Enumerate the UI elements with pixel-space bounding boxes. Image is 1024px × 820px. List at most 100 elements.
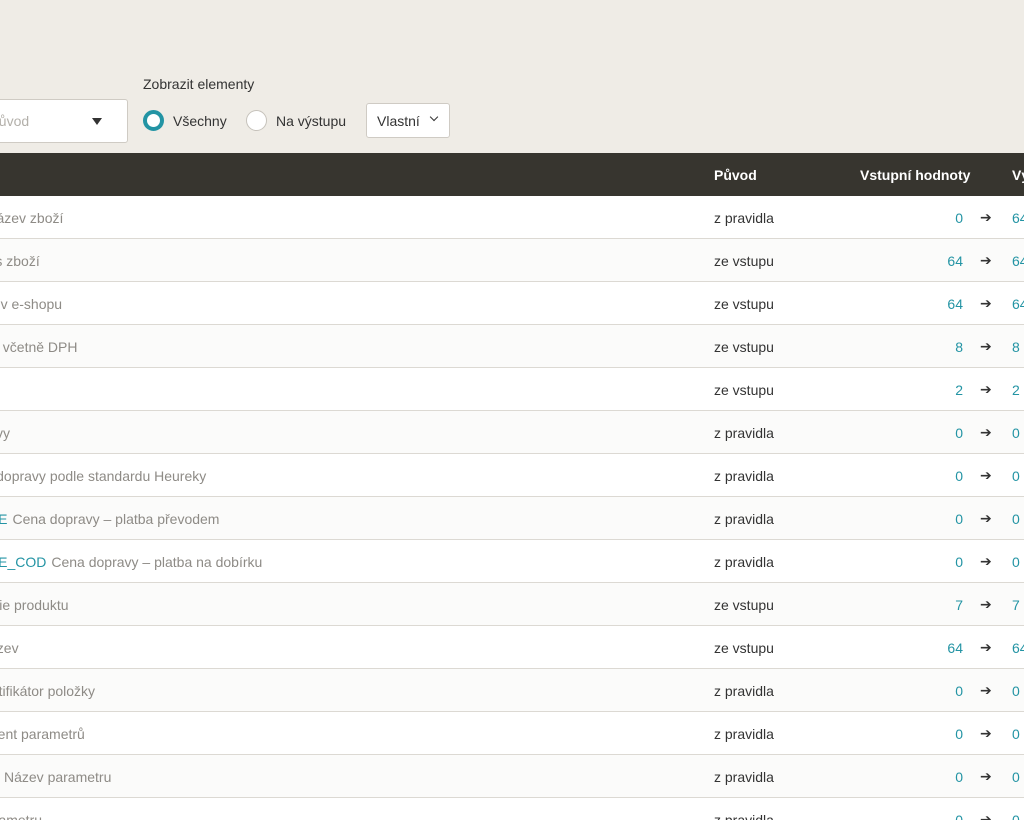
output-values-link[interactable]: 0 (1012, 726, 1020, 742)
custom-button-label: Vlastní (377, 113, 420, 129)
arrow-right-icon: ➔ (980, 768, 992, 784)
show-elements-label: Zobrazit elementy (143, 76, 255, 92)
table-row[interactable]: ázev ze vstupu 64 ➔ 64 (0, 626, 1024, 669)
table-row[interactable]: entifikátor položky z pravidla 0 ➔ 0 (0, 669, 1024, 712)
table-header: Původ Vstupní hodnoty Vý (0, 153, 1024, 196)
element-name-cell: entifikátor položky (0, 669, 700, 711)
origin-cell: z pravidla (714, 726, 774, 742)
input-values-link[interactable]: 2 (890, 382, 963, 398)
origin-cell: ze vstupu (714, 382, 774, 398)
element-label: entifikátor položky (0, 683, 96, 699)
custom-columns-button[interactable]: Vlastní (366, 103, 450, 138)
input-values-link[interactable]: 0 (890, 468, 963, 484)
output-values-link[interactable]: 0 (1012, 511, 1020, 527)
input-values-link[interactable]: 0 (890, 554, 963, 570)
output-values-link[interactable]: 7 (1012, 597, 1020, 613)
table-row[interactable]: í včetně DPH ze vstupu 8 ➔ 8 (0, 325, 1024, 368)
arrow-right-icon: ➔ (980, 553, 992, 569)
radio-output-label[interactable]: Na výstupu (276, 113, 346, 129)
input-values-link[interactable]: 64 (890, 640, 963, 656)
origin-cell: z pravidla (714, 554, 774, 570)
element-label: vy (0, 425, 10, 441)
element-name: ný název zboží (0, 210, 63, 226)
element-name-cell: ázev (0, 626, 700, 668)
header-input-values[interactable]: Vstupní hodnoty (860, 167, 970, 183)
input-values-link[interactable]: 0 (890, 769, 963, 785)
element-code[interactable]: CE (0, 511, 7, 527)
output-values-link[interactable]: 2 (1012, 382, 1020, 398)
output-values-link[interactable]: 0 (1012, 769, 1020, 785)
input-values-link[interactable]: 0 (890, 210, 963, 226)
table-row[interactable]: Název parametru z pravidla 0 ➔ 0 (0, 755, 1024, 798)
output-values-link[interactable]: 8 (1012, 339, 1020, 355)
element-name-cell: gorie produktu (0, 583, 700, 625)
arrow-right-icon: ➔ (980, 596, 992, 612)
element-label: Název parametru (4, 769, 112, 785)
output-values-link[interactable]: 64 (1012, 210, 1024, 226)
origin-cell: ze vstupu (714, 339, 774, 355)
input-values-link[interactable]: 8 (890, 339, 963, 355)
element-name-cell: Název parametru (0, 755, 700, 797)
table-row[interactable]: CE Cena dopravy – platba převodem z pravid… (0, 497, 1024, 540)
output-values-link[interactable]: 64 (1012, 296, 1024, 312)
element-label: oží v e-shopu (0, 296, 63, 312)
input-values-link[interactable]: 7 (890, 597, 963, 613)
input-values-link[interactable]: 0 (890, 683, 963, 699)
element-name-cell: CE_COD Cena dopravy – platba na dobírku (0, 540, 700, 582)
output-values-link[interactable]: 64 (1012, 640, 1024, 656)
arrow-right-icon: ➔ (980, 682, 992, 698)
input-values-link[interactable]: 0 (890, 425, 963, 441)
element-label: y popis zboží (0, 253, 40, 269)
element-label: ázev (0, 640, 19, 656)
input-values-link[interactable]: 0 (890, 511, 963, 527)
origin-cell: z pravidla (714, 468, 774, 484)
table-row[interactable]: y popis zboží ze vstupu 64 ➔ 64 (0, 239, 1024, 282)
element-label: gorie produktu (0, 597, 69, 613)
input-values-link[interactable]: 0 (890, 812, 963, 820)
table-row[interactable]: ze vstupu 2 ➔ 2 (0, 368, 1024, 411)
output-values-link[interactable]: 64 (1012, 253, 1024, 269)
output-values-link[interactable]: 0 (1012, 468, 1020, 484)
origin-select-placeholder: původ (0, 113, 30, 129)
origin-cell: z pravidla (714, 511, 774, 527)
element-name-cell (0, 368, 700, 410)
radio-all[interactable] (143, 110, 164, 131)
caret-down-icon (92, 118, 102, 125)
element-code[interactable]: CE_COD (0, 554, 46, 570)
output-values-link[interactable]: 0 (1012, 554, 1020, 570)
element-label: Cena dopravy – platba převodem (12, 511, 220, 527)
arrow-right-icon: ➔ (980, 252, 992, 268)
element-name: vy (0, 425, 10, 441)
table-row[interactable]: ruh dopravy podle standardu Heureky z pra… (0, 454, 1024, 497)
radio-all-label[interactable]: Všechny (173, 113, 227, 129)
table-row[interactable]: ný název zboží z pravidla 0 ➔ 64 (0, 196, 1024, 239)
table-row[interactable]: gorie produktu ze vstupu 7 ➔ 7 (0, 583, 1024, 626)
header-output-values[interactable]: Vý (1012, 167, 1024, 183)
table-row[interactable]: ment parametrů z pravidla 0 ➔ 0 (0, 712, 1024, 755)
arrow-right-icon: ➔ (980, 811, 992, 820)
element-label: Cena dopravy – platba na dobírku (51, 554, 263, 570)
arrow-right-icon: ➔ (980, 725, 992, 741)
page: původ Zobrazit elementy Všechny Na výstu… (0, 0, 1024, 820)
element-name-cell: ný název zboží (0, 196, 700, 238)
element-label: ný název zboží (0, 210, 64, 226)
element-name-cell: y popis zboží (0, 239, 700, 281)
element-name: ázev (0, 640, 19, 656)
element-label: ruh dopravy podle standardu Heureky (0, 468, 207, 484)
input-values-link[interactable]: 64 (890, 253, 963, 269)
radio-output[interactable] (246, 110, 267, 131)
output-values-link[interactable]: 0 (1012, 812, 1020, 820)
input-values-link[interactable]: 64 (890, 296, 963, 312)
arrow-right-icon: ➔ (980, 209, 992, 225)
table-row[interactable]: arametru z pravidla 0 ➔ 0 (0, 798, 1024, 820)
input-values-link[interactable]: 0 (890, 726, 963, 742)
origin-select[interactable]: původ (0, 99, 128, 143)
output-values-link[interactable]: 0 (1012, 425, 1020, 441)
output-values-link[interactable]: 0 (1012, 683, 1020, 699)
header-origin[interactable]: Původ (714, 167, 757, 183)
table-row[interactable]: CE_COD Cena dopravy – platba na dobírku z … (0, 540, 1024, 583)
element-name: y popis zboží (0, 253, 40, 269)
origin-cell: ze vstupu (714, 640, 774, 656)
table-row[interactable]: vy z pravidla 0 ➔ 0 (0, 411, 1024, 454)
table-row[interactable]: oží v e-shopu ze vstupu 64 ➔ 64 (0, 282, 1024, 325)
